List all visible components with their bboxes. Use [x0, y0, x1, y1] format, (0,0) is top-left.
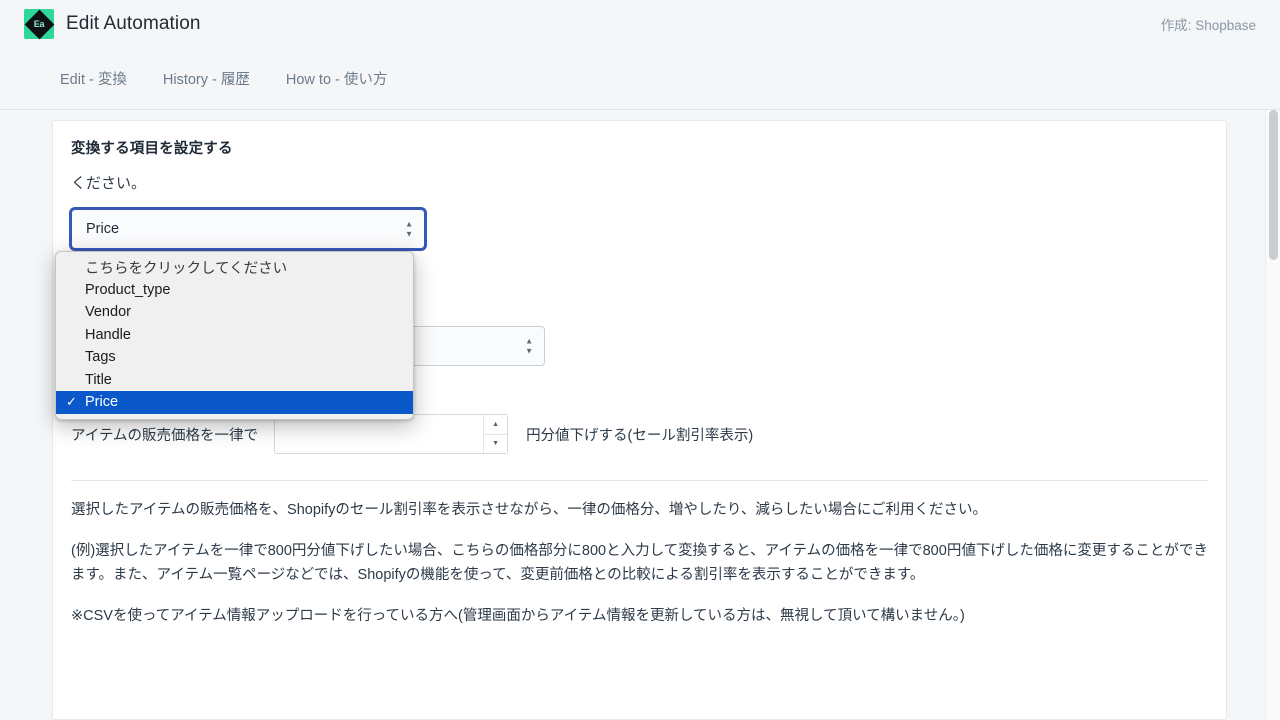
tab-edit[interactable]: Edit - 変換 — [42, 62, 145, 95]
dropdown-option-vendor[interactable]: Vendor — [56, 301, 413, 324]
tab-howto[interactable]: How to - 使い方 — [268, 62, 406, 95]
page-body: 変換する項目を設定する ください。 Price ▲ ▼ 一括変換したい動作を選択… — [0, 110, 1280, 720]
field-select-wrap: Price ▲ ▼ — [71, 209, 425, 249]
page-title: Edit Automation — [66, 13, 201, 34]
amount-prefix-label: アイテムの販売価格を一律で — [71, 427, 259, 444]
author-credit: 作成: Shopbase — [1160, 18, 1256, 33]
app-brand: Ea Edit Automation — [24, 9, 201, 39]
page-scrollbar[interactable] — [1265, 110, 1280, 720]
stepper-decrement-icon[interactable]: ▼ — [484, 434, 508, 453]
description-paragraph-1: 選択したアイテムの販売価格を、Shopifyのセール割引率を表示させながら、一律… — [71, 502, 988, 518]
logo-glyph-text: Ea — [33, 19, 45, 29]
description-paragraph-3: ※CSVを使ってアイテム情報アップロードを行っている方へ(管理画面からアイテム情… — [71, 608, 965, 625]
dropdown-option-label: Tags — [85, 349, 116, 366]
dropdown-option-label: Vendor — [85, 304, 131, 321]
dropdown-option-handle[interactable]: Handle — [56, 324, 413, 347]
dropdown-option-label: Title — [85, 371, 112, 388]
dropdown-checkmark-icon: ✓ — [66, 394, 77, 410]
amount-field-wrap: ▲ ▼ — [274, 414, 509, 454]
field-select[interactable]: Price — [71, 209, 425, 249]
stepper-increment-icon[interactable]: ▲ — [484, 415, 508, 435]
section-title: 変換する項目を設定する — [71, 141, 233, 157]
amount-stepper[interactable]: ▲ ▼ — [483, 415, 508, 453]
settings-card: 変換する項目を設定する ください。 Price ▲ ▼ 一括変換したい動作を選択… — [52, 120, 1227, 720]
amount-input[interactable] — [274, 414, 509, 454]
dropdown-option-label: こちらをクリックしてください — [85, 260, 288, 277]
top-bar: Ea Edit Automation 作成: Shopbase — [0, 0, 1280, 48]
dropdown-option-price[interactable]: ✓ Price — [56, 391, 413, 414]
dropdown-option-label: Handle — [85, 326, 131, 343]
amount-row: アイテムの販売価格を一律で ▲ ▼ 円分値下げする(セール割引率表示) — [71, 414, 1208, 454]
dropdown-option-title[interactable]: Title — [56, 369, 413, 392]
amount-suffix-label: 円分値下げする(セール割引率表示) — [526, 427, 754, 444]
field-select-dropdown[interactable]: こちらをクリックしてください Product_type Vendor Handl… — [55, 251, 414, 420]
description-paragraph-2: (例)選択したアイテムを一律で800円分値下げしたい場合、こちらの価格部分に80… — [71, 543, 1208, 583]
tab-history[interactable]: History - 履歴 — [145, 62, 268, 95]
dropdown-option-tags[interactable]: Tags — [56, 346, 413, 369]
dropdown-option-label: Price — [85, 394, 119, 411]
app-logo-icon: Ea — [24, 9, 54, 39]
section-divider — [71, 480, 1208, 481]
scrollbar-thumb[interactable] — [1269, 110, 1278, 260]
section-helper-text: ください。 — [71, 175, 147, 192]
tab-bar: Edit - 変換 History - 履歴 How to - 使い方 — [0, 48, 1280, 110]
dropdown-option-placeholder[interactable]: こちらをクリックしてください — [56, 256, 413, 279]
dropdown-option-product-type[interactable]: Product_type — [56, 279, 413, 302]
dropdown-option-label: Product_type — [85, 281, 171, 298]
